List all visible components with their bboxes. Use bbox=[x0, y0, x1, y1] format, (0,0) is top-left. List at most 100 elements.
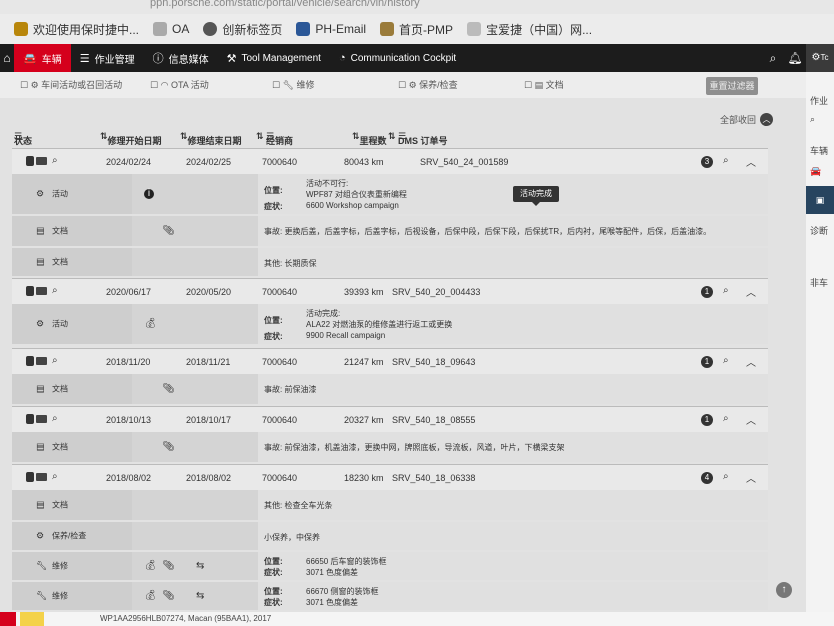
c-app-icon bbox=[296, 22, 311, 36]
money-bag-icon[interactable]: 💰︎ bbox=[144, 591, 157, 602]
table-row[interactable]: ⌕ 2024/02/24 2024/02/25 7000640 80043 km… bbox=[12, 148, 768, 174]
car-search-icon: ⌕ bbox=[52, 285, 58, 296]
table-row[interactable]: ⌕ 2018/11/20 2018/11/21 7000640 21247 km… bbox=[12, 348, 768, 374]
paperclip-icon[interactable]: 📎︎ bbox=[162, 561, 175, 572]
chevron-up-icon[interactable]: ︿ bbox=[746, 412, 756, 427]
filter-documents[interactable]: ☐ ▤ 文档 bbox=[524, 78, 564, 91]
paperclip-icon[interactable]: 📎︎ bbox=[162, 384, 175, 395]
main-navigation: ⌂ 🚘 车辆 ☰ 作业管理 ⓘ 信息媒体 ⚒ Tool Management ◔ Comm… bbox=[0, 44, 834, 72]
history-panel: 全部收回 ︿ 状态 ☰ ⇅ 修理开始日期 ⇅ 修理结束日期 ⇅ 经销商 ☰ ⇅ 里… bbox=[0, 98, 806, 626]
filter-repair[interactable]: ☐ 🔧︎ 维修 bbox=[272, 78, 315, 91]
campaign-icon: ⚙ bbox=[36, 318, 45, 329]
campaign-icon: ⚙ bbox=[36, 188, 45, 199]
globe-icon bbox=[203, 22, 218, 36]
bookmark-5[interactable]: 首页-PMP bbox=[380, 21, 453, 38]
url-text: ppn.porsche.com/static/portal/vehicle/se… bbox=[150, 0, 420, 9]
page-icon bbox=[153, 22, 168, 36]
bookmark-1[interactable]: 欢迎使用保时捷中... bbox=[14, 21, 139, 38]
count-badge: 3 bbox=[701, 156, 713, 168]
search-icon[interactable]: ⌕ bbox=[762, 51, 784, 66]
count-badge: 1 bbox=[701, 414, 713, 426]
info-icon[interactable]: i bbox=[144, 189, 154, 199]
collapse-all-control[interactable]: 全部收回 ︿ bbox=[720, 113, 774, 126]
chevron-up-icon[interactable]: ︿ bbox=[746, 470, 756, 485]
paperclip-icon[interactable]: 📎︎ bbox=[162, 442, 175, 453]
detail-row: ▤ 文档 其他: 检查全车光条 bbox=[12, 490, 768, 520]
address-bar[interactable]: ppn.porsche.com/static/portal/vehicle/se… bbox=[0, 0, 834, 14]
car-search-icon: ⌕ bbox=[52, 471, 58, 482]
filter-ota[interactable]: ☐ ◠ OTA 活动 bbox=[150, 78, 209, 91]
detail-row: ⚙ 活动 i 位置: 活动不可行: WPF87 对组合仪表重新编程 症状: 660… bbox=[12, 174, 768, 214]
gear-icon: ⚙ bbox=[36, 530, 45, 541]
view-details-icon[interactable]: ⌕ bbox=[723, 471, 729, 482]
view-details-icon[interactable]: ⌕ bbox=[723, 355, 729, 366]
gear-icon[interactable]: ⚙Tc bbox=[806, 44, 834, 72]
col-dealer[interactable]: ⇅ 经销商 ☰ bbox=[256, 131, 293, 146]
document-icon: ▤ bbox=[36, 225, 45, 236]
detail-row: ▤ 文档 📎︎ 事故: 更换后盖，后盖字标，后盖字标，后视设备，后保中段，后保下段… bbox=[12, 216, 768, 246]
paperclip-icon[interactable]: 📎︎ bbox=[162, 591, 175, 602]
transfer-icon[interactable]: ⇆ bbox=[196, 561, 204, 572]
vin-icon bbox=[36, 157, 47, 165]
reset-filter-button[interactable]: 重置过滤器 bbox=[706, 77, 758, 95]
document-icon: ▤ bbox=[36, 499, 45, 510]
detail-row: ⚙ 活动 💰︎ 位置: 活动完成: ALA22 对燃油泵的维修盖进行返工或更换 症… bbox=[12, 304, 768, 344]
money-bag-icon[interactable]: 💰︎ bbox=[144, 319, 157, 330]
vin-icon bbox=[36, 473, 47, 481]
table-row[interactable]: ⌕ 2020/06/17 2020/05/20 7000640 39393 km… bbox=[12, 278, 768, 304]
sidebar-item-selected[interactable]: ▣ bbox=[806, 186, 834, 214]
wrench-icon: ⚒ bbox=[226, 52, 237, 65]
view-details-icon[interactable]: ⌕ bbox=[723, 155, 729, 166]
app-marker bbox=[20, 612, 44, 626]
bookmark-6[interactable]: 宝爱捷（中国）网... bbox=[467, 21, 592, 38]
nav-info-media[interactable]: ⓘ 信息媒体 bbox=[144, 44, 218, 72]
nav-communication-cockpit[interactable]: ◔ Communication Cockpit bbox=[330, 44, 465, 72]
vin-icon bbox=[36, 287, 47, 295]
col-mileage[interactable]: ⇅ 里程数 bbox=[352, 131, 387, 146]
nav-vehicle[interactable]: 🚘 车辆 bbox=[14, 44, 71, 72]
nav-job-management[interactable]: ☰ 作业管理 bbox=[71, 44, 144, 72]
nav-tool-management[interactable]: ⚒ Tool Management bbox=[218, 44, 330, 72]
col-status[interactable]: 状态 ☰ bbox=[14, 131, 32, 146]
list-icon: ☰ bbox=[79, 52, 90, 65]
car-search-icon: ⌕ bbox=[52, 413, 58, 424]
nav-right-tools: ⌕ 🔔︎ ⚙Tc bbox=[762, 44, 834, 72]
table-row[interactable]: ⌕ 2018/08/02 2018/08/02 7000640 18230 km… bbox=[12, 464, 768, 490]
count-badge: 4 bbox=[701, 472, 713, 484]
user-short: Tc bbox=[820, 53, 829, 62]
scroll-to-top-button[interactable]: ↑ bbox=[776, 582, 792, 598]
filter-maintenance[interactable]: ☐ ⚙ 保养/检查 bbox=[398, 78, 458, 91]
car-icon[interactable]: 🚘 bbox=[810, 166, 821, 177]
filter-workshop-campaign[interactable]: ☐ ⚙ 车间活动或召回活动 bbox=[20, 78, 122, 91]
count-badge: 1 bbox=[701, 356, 713, 368]
lock-icon bbox=[26, 286, 34, 296]
car-search-icon: ⌕ bbox=[52, 355, 58, 366]
view-details-icon[interactable]: ⌕ bbox=[723, 413, 729, 424]
document-icon: ▤ bbox=[36, 256, 45, 267]
home-icon[interactable]: ⌂ bbox=[0, 51, 14, 65]
bookmark-2[interactable]: OA bbox=[153, 22, 189, 36]
status-tooltip: 活动完成 bbox=[513, 186, 559, 206]
vin-icon bbox=[36, 357, 47, 365]
bookmark-3[interactable]: 创新标签页 bbox=[203, 21, 282, 38]
page-icon bbox=[467, 22, 482, 36]
chevron-up-icon[interactable]: ︿ bbox=[746, 354, 756, 369]
col-start-date[interactable]: ⇅ 修理开始日期 bbox=[100, 131, 162, 146]
col-end-date[interactable]: ⇅ 修理结束日期 bbox=[180, 131, 242, 146]
paperclip-icon[interactable]: 📎︎ bbox=[162, 226, 175, 237]
table-row[interactable]: ⌕ 2018/10/13 2018/10/17 7000640 20327 km… bbox=[12, 406, 768, 432]
porsche-crest-icon bbox=[14, 22, 28, 36]
lock-icon bbox=[26, 356, 34, 366]
search-icon[interactable]: ⌕ bbox=[810, 114, 815, 125]
bookmark-4[interactable]: PH-Email bbox=[296, 22, 366, 36]
chevron-up-icon[interactable]: ︿ bbox=[746, 284, 756, 299]
transfer-icon[interactable]: ⇆ bbox=[196, 591, 204, 602]
chevron-up-icon[interactable]: ︿ bbox=[746, 154, 756, 169]
money-bag-icon[interactable]: 💰︎ bbox=[144, 561, 157, 572]
detail-row: ▤ 文档 📎︎ 事故: 前保油漆 bbox=[12, 374, 768, 404]
view-details-icon[interactable]: ⌕ bbox=[723, 285, 729, 296]
document-icon: ▤ bbox=[36, 441, 45, 452]
bell-icon[interactable]: 🔔︎ bbox=[784, 51, 806, 65]
col-dms-order[interactable]: ⇅ DMS 订单号 ☰ bbox=[388, 131, 448, 146]
car-search-icon: ⌕ bbox=[52, 155, 58, 166]
